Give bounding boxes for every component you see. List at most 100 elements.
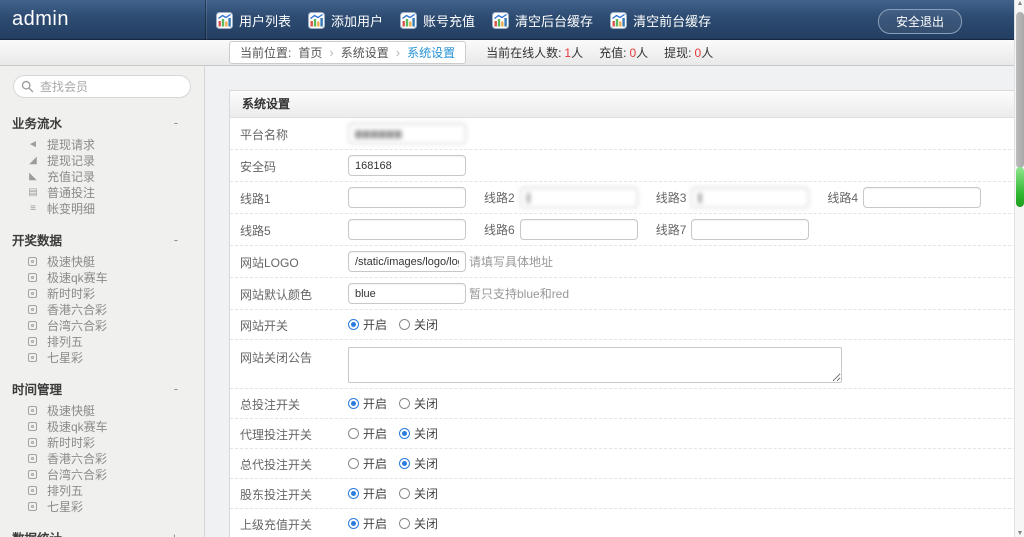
- chart-icon: [216, 11, 233, 29]
- radio-option[interactable]: 开启: [348, 515, 387, 532]
- topbar-nav-button[interactable]: 清空前台缓存: [610, 11, 711, 30]
- radio-button[interactable]: [348, 518, 359, 529]
- sidebar-section-title: 数据统计: [12, 528, 62, 537]
- field-control: 开启 关闭: [348, 395, 1006, 412]
- sidebar-item[interactable]: 七星彩: [0, 498, 204, 514]
- sidebar-item[interactable]: 新时时彩: [0, 285, 204, 301]
- scroll-down-arrow-icon[interactable]: ▼: [1015, 530, 1024, 537]
- sidebar-item[interactable]: ≡ 帐变明细: [0, 200, 204, 216]
- field-label: 总代投注开关: [240, 458, 313, 472]
- radio-button[interactable]: [399, 488, 411, 499]
- text-input[interactable]: [691, 187, 810, 208]
- radio-button[interactable]: [348, 319, 359, 330]
- sidebar-item[interactable]: 香港六合彩: [0, 450, 204, 466]
- radio-option[interactable]: 开启: [348, 485, 387, 502]
- scrollbar-track-segment[interactable]: [1016, 12, 1024, 168]
- sidebar-item-label: 提现请求: [47, 137, 96, 152]
- radio-button[interactable]: [348, 428, 359, 439]
- sidebar-section-header[interactable]: 开奖数据 -: [0, 225, 204, 253]
- breadcrumb-item[interactable]: 系统设置: [407, 44, 455, 61]
- form-row: 平台名称: [230, 118, 1016, 150]
- text-input[interactable]: [348, 187, 466, 208]
- search-input[interactable]: [13, 75, 191, 98]
- sidebar-item[interactable]: ◢ 提现记录: [0, 152, 204, 168]
- radio-option[interactable]: 关闭: [399, 425, 438, 442]
- section-toggle-icon[interactable]: -: [174, 116, 178, 130]
- radio-button[interactable]: [399, 458, 411, 469]
- radio-option[interactable]: 关闭: [399, 515, 438, 532]
- radio-option[interactable]: 关闭: [399, 455, 438, 472]
- topbar-nav-button[interactable]: 账号充值: [400, 11, 475, 30]
- nav-button-label: 账号充值: [423, 13, 476, 29]
- sidebar-item[interactable]: 香港六合彩: [0, 301, 204, 317]
- announcement-textarea[interactable]: [348, 347, 842, 383]
- text-input[interactable]: [519, 187, 638, 208]
- sidebar-item[interactable]: 台湾六合彩: [0, 466, 204, 482]
- radio-button[interactable]: [348, 398, 359, 409]
- radio-button[interactable]: [399, 319, 411, 330]
- scroll-up-arrow-icon[interactable]: ▲: [1015, 0, 1024, 7]
- breadcrumb-prefix: 当前位置:: [240, 46, 292, 60]
- sidebar-item[interactable]: 极速快艇: [0, 253, 204, 269]
- logout-button[interactable]: 安全退出: [877, 9, 962, 34]
- radio-option[interactable]: 关闭: [399, 316, 438, 333]
- sidebar-item[interactable]: 排列五: [0, 333, 204, 349]
- text-input[interactable]: [348, 155, 466, 176]
- topbar-nav-button[interactable]: 清空后台缓存: [492, 11, 593, 30]
- stat-unit: 人: [701, 46, 714, 60]
- topbar-nav-button[interactable]: 用户列表: [216, 11, 291, 30]
- sidebar-item[interactable]: 排列五: [0, 482, 204, 498]
- field-control: [348, 347, 1006, 383]
- radio-button[interactable]: [348, 488, 359, 499]
- form-row: 线路1 线路2 线路3 线路4: [230, 182, 1016, 214]
- breadcrumb-item[interactable]: 系统设置: [341, 44, 389, 61]
- radio-option[interactable]: 开启: [348, 316, 387, 333]
- breadcrumb-item[interactable]: 首页: [298, 44, 322, 61]
- text-input[interactable]: [348, 219, 466, 240]
- radio-option[interactable]: 开启: [348, 425, 387, 442]
- text-input[interactable]: [348, 283, 466, 304]
- stat-item: 当前在线人数: 1人: [486, 44, 583, 61]
- text-input[interactable]: [519, 219, 638, 240]
- radio-option[interactable]: 关闭: [399, 485, 438, 502]
- radio-button[interactable]: [399, 428, 411, 439]
- section-toggle-icon[interactable]: +: [171, 531, 178, 537]
- sidebar-item[interactable]: 七星彩: [0, 349, 204, 365]
- text-input[interactable]: [691, 219, 810, 240]
- radio-option[interactable]: 开启: [348, 455, 387, 472]
- sidebar-item[interactable]: 极速qk赛车: [0, 418, 204, 434]
- withdraw-log-icon: ◢: [29, 154, 37, 166]
- speaker-icon: ◄: [28, 138, 38, 150]
- sidebar-item[interactable]: 新时时彩: [0, 434, 204, 450]
- sidebar-section-header[interactable]: 数据统计 +: [0, 523, 204, 537]
- sidebar-section-header[interactable]: 业务流水 -: [0, 108, 204, 136]
- sidebar-item[interactable]: 极速快艇: [0, 402, 204, 418]
- radio-button[interactable]: [399, 518, 411, 529]
- radio-option[interactable]: 开启: [348, 395, 387, 412]
- sidebar-section-header[interactable]: 时间管理 -: [0, 374, 204, 402]
- text-input[interactable]: [863, 187, 982, 208]
- sidebar-item[interactable]: ◣ 充值记录: [0, 168, 204, 184]
- topbar-nav-button[interactable]: 添加用户: [308, 11, 383, 30]
- field-label: 上级充值开关: [240, 518, 313, 532]
- text-input[interactable]: [348, 251, 466, 272]
- form-row: 网站关闭公告: [230, 340, 1016, 389]
- text-input[interactable]: [348, 123, 466, 144]
- field-control: 线路6 线路7: [348, 219, 1006, 240]
- sidebar-item[interactable]: 台湾六合彩: [0, 317, 204, 333]
- scrollbar-thumb[interactable]: [1016, 167, 1024, 207]
- chart-icon: [308, 11, 326, 29]
- radio-option[interactable]: 关闭: [399, 395, 438, 412]
- radio-button[interactable]: [348, 458, 359, 469]
- section-toggle-icon[interactable]: -: [174, 233, 178, 247]
- field-label: 线路1: [240, 192, 271, 206]
- radio-button[interactable]: [399, 398, 411, 409]
- section-toggle-icon[interactable]: -: [174, 382, 178, 396]
- settings-panel: 系统设置 平台名称安全码线路1 线路2 线路3 线路4 线路5 线路6 线路7 网站LOGO 请…: [229, 90, 1017, 537]
- page-scrollbar[interactable]: ▲ ▼: [1014, 0, 1024, 537]
- sidebar-item[interactable]: 极速qk赛车: [0, 269, 204, 285]
- breadcrumb: 当前位置: 首页 › 系统设置 › 系统设置: [229, 41, 467, 64]
- stat-item: 充值: 0人: [599, 44, 648, 61]
- sidebar-item[interactable]: ▤ 普通投注: [0, 184, 204, 200]
- sidebar-item[interactable]: ◄ 提现请求: [0, 136, 204, 152]
